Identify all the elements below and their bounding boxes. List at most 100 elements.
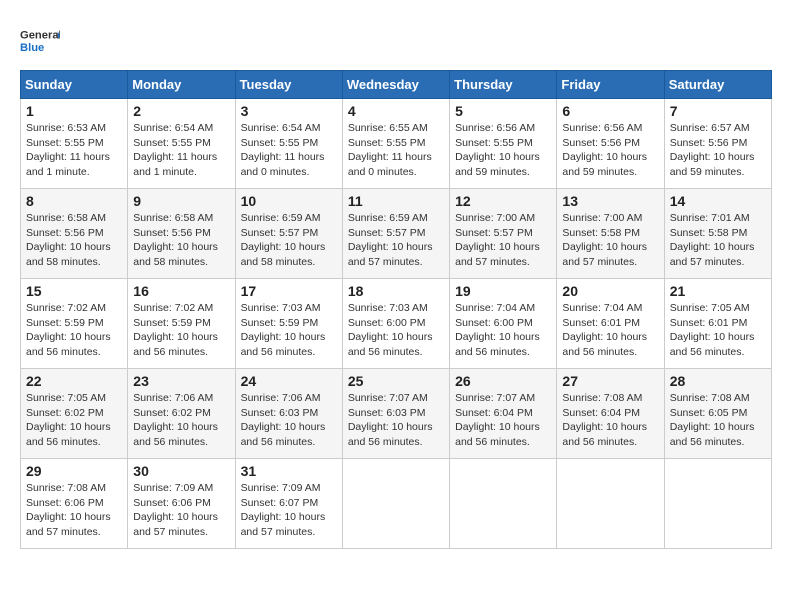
calendar-header-row: SundayMondayTuesdayWednesdayThursdayFrid… [21,71,772,99]
day-number: 25 [348,373,444,389]
calendar-cell: 3 Sunrise: 6:54 AM Sunset: 5:55 PM Dayli… [235,99,342,189]
day-detail: Sunrise: 6:57 AM Sunset: 5:56 PM Dayligh… [670,122,755,178]
header: General Blue [20,20,772,60]
calendar-cell: 8 Sunrise: 6:58 AM Sunset: 5:56 PM Dayli… [21,189,128,279]
day-detail: Sunrise: 7:04 AM Sunset: 6:01 PM Dayligh… [562,302,647,358]
day-number: 21 [670,283,766,299]
calendar-cell: 4 Sunrise: 6:55 AM Sunset: 5:55 PM Dayli… [342,99,449,189]
day-detail: Sunrise: 7:09 AM Sunset: 6:07 PM Dayligh… [241,482,326,538]
day-detail: Sunrise: 6:54 AM Sunset: 5:55 PM Dayligh… [241,122,325,178]
calendar-cell: 30 Sunrise: 7:09 AM Sunset: 6:06 PM Dayl… [128,459,235,549]
day-number: 1 [26,103,122,119]
day-detail: Sunrise: 7:02 AM Sunset: 5:59 PM Dayligh… [26,302,111,358]
day-number: 2 [133,103,229,119]
day-detail: Sunrise: 7:08 AM Sunset: 6:05 PM Dayligh… [670,392,755,448]
calendar-cell: 5 Sunrise: 6:56 AM Sunset: 5:55 PM Dayli… [450,99,557,189]
day-detail: Sunrise: 6:55 AM Sunset: 5:55 PM Dayligh… [348,122,432,178]
calendar-cell: 15 Sunrise: 7:02 AM Sunset: 5:59 PM Dayl… [21,279,128,369]
calendar-cell: 28 Sunrise: 7:08 AM Sunset: 6:05 PM Dayl… [664,369,771,459]
svg-text:Blue: Blue [20,42,44,54]
day-number: 15 [26,283,122,299]
calendar-week-5: 29 Sunrise: 7:08 AM Sunset: 6:06 PM Dayl… [21,459,772,549]
calendar-cell: 24 Sunrise: 7:06 AM Sunset: 6:03 PM Dayl… [235,369,342,459]
svg-text:General: General [20,29,60,41]
day-number: 19 [455,283,551,299]
day-detail: Sunrise: 7:08 AM Sunset: 6:06 PM Dayligh… [26,482,111,538]
day-number: 31 [241,463,337,479]
day-detail: Sunrise: 7:03 AM Sunset: 5:59 PM Dayligh… [241,302,326,358]
day-number: 23 [133,373,229,389]
calendar-cell: 31 Sunrise: 7:09 AM Sunset: 6:07 PM Dayl… [235,459,342,549]
calendar-cell: 18 Sunrise: 7:03 AM Sunset: 6:00 PM Dayl… [342,279,449,369]
calendar-cell: 29 Sunrise: 7:08 AM Sunset: 6:06 PM Dayl… [21,459,128,549]
calendar-cell: 9 Sunrise: 6:58 AM Sunset: 5:56 PM Dayli… [128,189,235,279]
day-detail: Sunrise: 6:56 AM Sunset: 5:56 PM Dayligh… [562,122,647,178]
calendar-cell: 12 Sunrise: 7:00 AM Sunset: 5:57 PM Dayl… [450,189,557,279]
calendar-cell: 23 Sunrise: 7:06 AM Sunset: 6:02 PM Dayl… [128,369,235,459]
day-number: 28 [670,373,766,389]
calendar-cell: 27 Sunrise: 7:08 AM Sunset: 6:04 PM Dayl… [557,369,664,459]
day-detail: Sunrise: 6:56 AM Sunset: 5:55 PM Dayligh… [455,122,540,178]
logo-svg: General Blue [20,20,60,60]
day-detail: Sunrise: 7:07 AM Sunset: 6:04 PM Dayligh… [455,392,540,448]
calendar-cell: 6 Sunrise: 6:56 AM Sunset: 5:56 PM Dayli… [557,99,664,189]
day-number: 9 [133,193,229,209]
day-detail: Sunrise: 7:08 AM Sunset: 6:04 PM Dayligh… [562,392,647,448]
calendar-body: 1 Sunrise: 6:53 AM Sunset: 5:55 PM Dayli… [21,99,772,549]
day-number: 7 [670,103,766,119]
day-number: 30 [133,463,229,479]
day-number: 29 [26,463,122,479]
day-detail: Sunrise: 7:00 AM Sunset: 5:57 PM Dayligh… [455,212,540,268]
day-number: 24 [241,373,337,389]
day-detail: Sunrise: 6:58 AM Sunset: 5:56 PM Dayligh… [133,212,218,268]
day-number: 11 [348,193,444,209]
day-number: 18 [348,283,444,299]
day-detail: Sunrise: 7:09 AM Sunset: 6:06 PM Dayligh… [133,482,218,538]
calendar-cell [557,459,664,549]
day-number: 12 [455,193,551,209]
day-number: 8 [26,193,122,209]
weekday-header-saturday: Saturday [664,71,771,99]
day-number: 16 [133,283,229,299]
day-detail: Sunrise: 7:03 AM Sunset: 6:00 PM Dayligh… [348,302,433,358]
weekday-header-friday: Friday [557,71,664,99]
calendar-cell: 20 Sunrise: 7:04 AM Sunset: 6:01 PM Dayl… [557,279,664,369]
calendar-cell: 7 Sunrise: 6:57 AM Sunset: 5:56 PM Dayli… [664,99,771,189]
calendar-cell: 13 Sunrise: 7:00 AM Sunset: 5:58 PM Dayl… [557,189,664,279]
day-detail: Sunrise: 6:53 AM Sunset: 5:55 PM Dayligh… [26,122,110,178]
calendar-week-3: 15 Sunrise: 7:02 AM Sunset: 5:59 PM Dayl… [21,279,772,369]
day-detail: Sunrise: 7:04 AM Sunset: 6:00 PM Dayligh… [455,302,540,358]
day-number: 6 [562,103,658,119]
day-detail: Sunrise: 7:06 AM Sunset: 6:03 PM Dayligh… [241,392,326,448]
day-detail: Sunrise: 7:05 AM Sunset: 6:01 PM Dayligh… [670,302,755,358]
calendar-cell: 21 Sunrise: 7:05 AM Sunset: 6:01 PM Dayl… [664,279,771,369]
day-number: 4 [348,103,444,119]
day-detail: Sunrise: 7:00 AM Sunset: 5:58 PM Dayligh… [562,212,647,268]
weekday-header-tuesday: Tuesday [235,71,342,99]
day-number: 13 [562,193,658,209]
calendar-table: SundayMondayTuesdayWednesdayThursdayFrid… [20,70,772,549]
logo: General Blue [20,20,60,60]
day-detail: Sunrise: 7:02 AM Sunset: 5:59 PM Dayligh… [133,302,218,358]
calendar-cell: 2 Sunrise: 6:54 AM Sunset: 5:55 PM Dayli… [128,99,235,189]
day-detail: Sunrise: 7:01 AM Sunset: 5:58 PM Dayligh… [670,212,755,268]
calendar-cell: 26 Sunrise: 7:07 AM Sunset: 6:04 PM Dayl… [450,369,557,459]
day-number: 17 [241,283,337,299]
calendar-cell: 16 Sunrise: 7:02 AM Sunset: 5:59 PM Dayl… [128,279,235,369]
day-number: 3 [241,103,337,119]
calendar-cell: 25 Sunrise: 7:07 AM Sunset: 6:03 PM Dayl… [342,369,449,459]
calendar-cell: 14 Sunrise: 7:01 AM Sunset: 5:58 PM Dayl… [664,189,771,279]
calendar-cell: 19 Sunrise: 7:04 AM Sunset: 6:00 PM Dayl… [450,279,557,369]
weekday-header-thursday: Thursday [450,71,557,99]
calendar-week-4: 22 Sunrise: 7:05 AM Sunset: 6:02 PM Dayl… [21,369,772,459]
calendar-cell: 11 Sunrise: 6:59 AM Sunset: 5:57 PM Dayl… [342,189,449,279]
calendar-cell [342,459,449,549]
calendar-week-2: 8 Sunrise: 6:58 AM Sunset: 5:56 PM Dayli… [21,189,772,279]
calendar-week-1: 1 Sunrise: 6:53 AM Sunset: 5:55 PM Dayli… [21,99,772,189]
calendar-cell: 17 Sunrise: 7:03 AM Sunset: 5:59 PM Dayl… [235,279,342,369]
calendar-cell [664,459,771,549]
weekday-header-wednesday: Wednesday [342,71,449,99]
calendar-cell: 1 Sunrise: 6:53 AM Sunset: 5:55 PM Dayli… [21,99,128,189]
day-detail: Sunrise: 7:06 AM Sunset: 6:02 PM Dayligh… [133,392,218,448]
day-number: 20 [562,283,658,299]
